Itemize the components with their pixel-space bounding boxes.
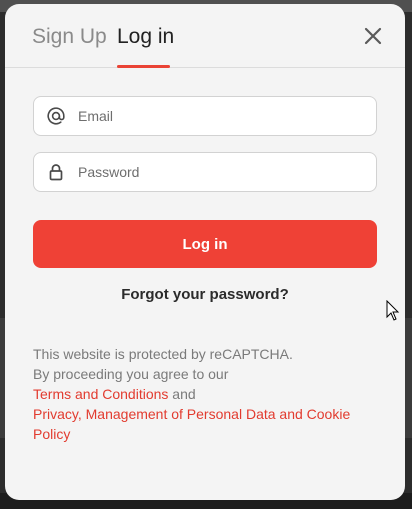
tab-log-in[interactable]: Log in (117, 24, 174, 50)
mouse-cursor-icon (386, 299, 400, 322)
password-field[interactable] (33, 152, 377, 192)
privacy-line: Privacy, Management of Personal Data and… (33, 404, 373, 444)
privacy-policy-link[interactable]: Privacy, Management of Personal Data and… (33, 406, 350, 442)
auth-modal: Sign Up Log in Log in Forgot your passwo… (5, 4, 405, 500)
password-input[interactable] (78, 154, 358, 190)
log-in-button[interactable]: Log in (33, 220, 377, 268)
at-sign-icon (34, 97, 78, 135)
recaptcha-text: This website is protected by reCAPTCHA. (33, 346, 293, 362)
agreement-text: By proceeding you agree to our (33, 366, 229, 382)
lock-icon (34, 153, 78, 191)
forgot-password-link[interactable]: Forgot your password? (5, 286, 405, 303)
active-tab-indicator (117, 65, 170, 68)
close-icon[interactable] (363, 26, 383, 46)
modal-header: Sign Up Log in (5, 4, 405, 68)
email-input[interactable] (78, 98, 358, 134)
terms-link[interactable]: Terms and Conditions (33, 386, 168, 402)
tab-sign-up[interactable]: Sign Up (32, 24, 107, 50)
and-text: and (168, 386, 196, 402)
terms-line: Terms and Conditions and (33, 384, 373, 404)
recaptcha-notice: This website is protected by reCAPTCHA. … (33, 344, 373, 444)
email-field[interactable] (33, 96, 377, 136)
